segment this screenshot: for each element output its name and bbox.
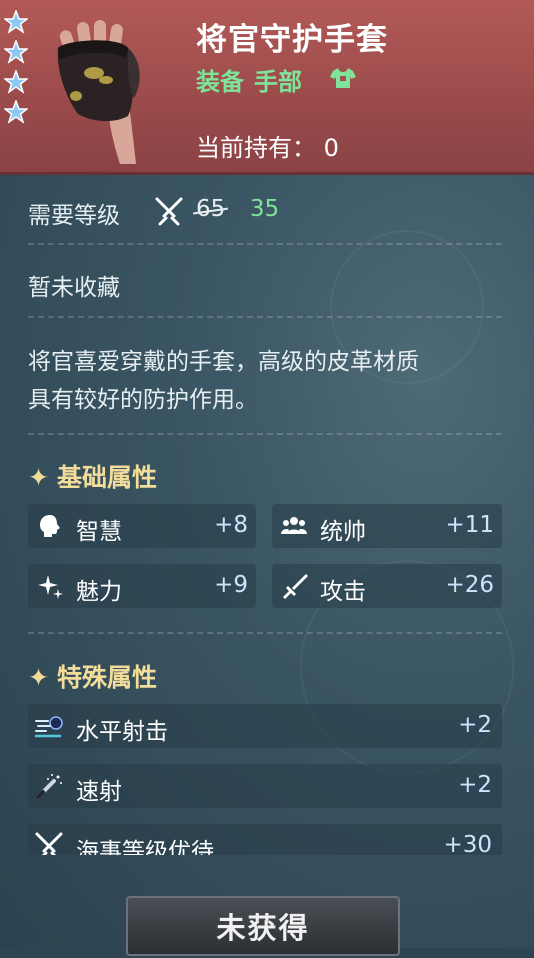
star-icon	[4, 40, 28, 64]
head-icon	[40, 515, 60, 537]
divider	[28, 632, 502, 634]
sparkle-icon	[38, 575, 63, 599]
level-label: 需要等级	[28, 203, 120, 229]
shirt-icon	[330, 68, 356, 88]
sparkle-icon: ✦	[28, 463, 49, 492]
level-current: 35	[249, 196, 280, 222]
item-header: 将官守护手套 装备 手部 当前持有： 0	[0, 0, 534, 175]
rapid-fire-icon	[36, 774, 62, 799]
level-requirement: 需要等级	[28, 196, 120, 230]
not-obtained-label: 未获得	[216, 911, 310, 945]
level-values: 65 35	[196, 196, 279, 222]
category-label: 装备	[196, 68, 244, 96]
divider	[28, 316, 502, 318]
divider	[28, 243, 502, 245]
description-line-1: 将官喜爱穿戴的手套，高级的皮革材质	[28, 349, 419, 375]
attribute-attack: 攻击 +26	[272, 564, 502, 608]
collection-status: 暂未收藏	[28, 275, 120, 301]
rarity-stars	[4, 10, 32, 130]
item-name: 将官守护手套	[196, 22, 388, 58]
attribute-wisdom: 智慧 +8	[28, 504, 256, 548]
divider	[28, 433, 502, 435]
special-attributes-list[interactable]: 水平射击 +2 速射 +2 海事等级优待 +30	[0, 700, 534, 855]
group-icon	[281, 517, 307, 534]
sparkle-icon: ✦	[28, 663, 49, 692]
description-line-2: 具有较好的防护作用。	[28, 387, 258, 413]
slot-label: 手部	[254, 68, 302, 96]
horizontal-shot-icon	[34, 716, 63, 738]
special-attributes-title: ✦ 特殊属性	[28, 663, 157, 692]
glove-icon	[57, 20, 140, 164]
not-obtained-button[interactable]: 未获得	[126, 896, 400, 956]
star-icon	[4, 70, 28, 94]
item-category: 装备 手部	[196, 62, 302, 97]
attribute-leadership: 统帅 +11	[272, 504, 502, 548]
crossed-swords-icon	[155, 197, 183, 226]
star-icon	[4, 10, 28, 34]
special-attribute-horizontal-shot: 水平射击 +2	[28, 704, 502, 748]
basic-attributes-title: ✦ 基础属性	[28, 463, 157, 492]
special-attribute-rapid-fire: 速射 +2	[28, 764, 502, 808]
star-icon	[4, 100, 28, 124]
attribute-charm: 魅力 +9	[28, 564, 256, 608]
owned-count: 当前持有： 0	[196, 134, 339, 162]
crossed-swords-icon	[35, 832, 63, 855]
special-attribute-maritime-rank: 海事等级优待 +30	[28, 824, 502, 855]
sword-icon	[283, 574, 308, 599]
level-original: 65	[196, 196, 226, 222]
